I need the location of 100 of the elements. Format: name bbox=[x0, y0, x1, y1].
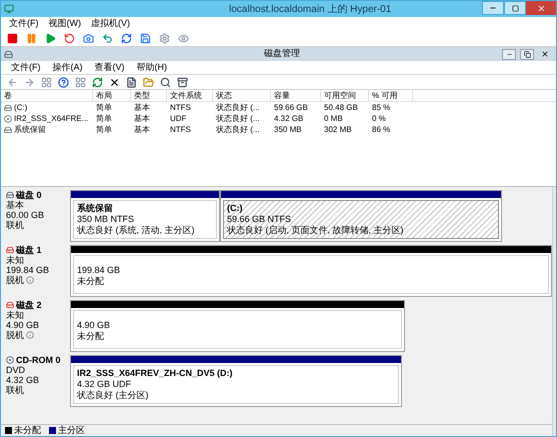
menu-item[interactable]: 查看(V) bbox=[94, 60, 124, 74]
stop-icon[interactable] bbox=[7, 33, 18, 44]
column-header[interactable]: 可用空间 bbox=[321, 90, 369, 101]
menu-item[interactable]: 视图(W) bbox=[48, 17, 81, 31]
table-cell: 0 % bbox=[372, 112, 386, 124]
table-cell: 基本 bbox=[134, 124, 150, 136]
column-header[interactable]: 卷 bbox=[1, 90, 93, 101]
scrollbar[interactable] bbox=[552, 187, 556, 436]
column-header[interactable]: % 可用 bbox=[369, 90, 413, 101]
partition-size: 59.66 GB NTFS bbox=[227, 214, 292, 225]
partition-title: IR2_SSS_X64FREV_ZH-CN_DV5 (D:) bbox=[77, 368, 234, 379]
column-header[interactable]: 容量 bbox=[271, 90, 321, 101]
disk-name: 磁盘 2 bbox=[16, 300, 42, 310]
partition-size: 199.84 GB bbox=[77, 264, 122, 276]
minimize-button[interactable] bbox=[502, 48, 516, 60]
disk-management-icon bbox=[4, 50, 13, 58]
properties-icon[interactable] bbox=[126, 76, 137, 88]
table-cell: 4.32 GB bbox=[274, 112, 304, 124]
save-icon[interactable] bbox=[140, 33, 151, 44]
disk-size: 4.90 GB bbox=[6, 320, 40, 330]
maximize-icon bbox=[512, 4, 518, 12]
settings-icon[interactable] bbox=[159, 33, 170, 44]
inner-window-title: 磁盘管理 bbox=[264, 47, 300, 60]
column-header[interactable]: 文件系统 bbox=[167, 90, 213, 101]
menu-item[interactable]: 文件(F) bbox=[9, 17, 38, 31]
legend-label: 主分区 bbox=[58, 424, 85, 436]
column-header[interactable]: 状态 bbox=[213, 90, 271, 101]
table-cell: 简单 bbox=[96, 112, 112, 124]
undo-icon[interactable] bbox=[102, 33, 113, 44]
maximize-button[interactable] bbox=[504, 1, 526, 15]
menu-item[interactable]: 文件(F) bbox=[11, 60, 40, 74]
close-icon bbox=[536, 4, 546, 12]
search-icon[interactable] bbox=[160, 76, 171, 88]
table-cell: 状态良好 (... bbox=[216, 124, 260, 136]
table-cell: 86 % bbox=[372, 124, 390, 136]
info-icon[interactable] bbox=[26, 331, 34, 339]
table-cell: 302 MB bbox=[324, 124, 352, 136]
disk-name: 磁盘 0 bbox=[16, 190, 42, 200]
partition-block[interactable]: 系统保留 350 MB NTFS 状态良好 (系统, 活动, 主分区) bbox=[70, 190, 220, 242]
table-cell: 50.48 GB bbox=[324, 102, 358, 114]
pause-icon[interactable] bbox=[26, 33, 37, 44]
partition-size: 4.32 GB UDF bbox=[77, 379, 132, 390]
forward-icon[interactable] bbox=[24, 76, 35, 88]
reset-icon[interactable] bbox=[64, 33, 75, 44]
disk-size: 60.00 GB bbox=[6, 210, 46, 220]
partition-status: 未分配 bbox=[77, 330, 105, 342]
restore-button[interactable] bbox=[520, 48, 534, 60]
table-cell: NTFS bbox=[170, 102, 191, 114]
close-icon bbox=[541, 50, 549, 58]
info-icon[interactable] bbox=[26, 276, 34, 284]
table-cell: 基本 bbox=[134, 112, 150, 124]
partition-status: 未分配 bbox=[77, 276, 105, 286]
cd-drive-icon bbox=[6, 356, 14, 364]
table-cell: IR2_SSS_X64FRE... bbox=[14, 112, 88, 124]
disk-status: 脱机 bbox=[6, 330, 24, 340]
partition-status: 状态良好 (主分区) bbox=[77, 390, 150, 401]
table-cell: 59.66 GB bbox=[274, 102, 308, 114]
column-header[interactable]: 类型 bbox=[131, 90, 167, 101]
table-cell: 基本 bbox=[134, 102, 150, 114]
drive-icon bbox=[4, 104, 12, 112]
delete-icon[interactable] bbox=[109, 76, 120, 88]
drive-icon bbox=[4, 126, 12, 134]
disk-name: CD-ROM 0 bbox=[16, 355, 60, 365]
table-cell: UDF bbox=[170, 112, 186, 124]
menu-item[interactable]: 操作(A) bbox=[52, 60, 82, 74]
partition-block[interactable]: (C:) 59.66 GB NTFS 状态良好 (启动, 页面文件, 故障转储, 主分区) bbox=[220, 190, 502, 242]
disk-type: 基本 bbox=[6, 200, 25, 210]
play-icon[interactable] bbox=[45, 33, 56, 44]
partition-status: 状态良好 (启动, 页面文件, 故障转储, 主分区) bbox=[227, 225, 404, 236]
panel-icon[interactable] bbox=[75, 76, 86, 88]
partition-block[interactable]: 199.84 GB 未分配 bbox=[70, 245, 552, 297]
folder-icon[interactable] bbox=[143, 76, 154, 88]
partition-status: 状态良好 (系统, 活动, 主分区) bbox=[77, 225, 196, 236]
back-icon[interactable] bbox=[7, 76, 18, 88]
help-icon[interactable] bbox=[58, 76, 69, 88]
menu-item[interactable]: 虚拟机(V) bbox=[91, 17, 130, 31]
refresh-icon[interactable] bbox=[92, 76, 103, 88]
disk-type: DVD bbox=[6, 365, 26, 375]
disk-name: 磁盘 1 bbox=[16, 245, 42, 255]
refresh-icon[interactable] bbox=[121, 33, 132, 44]
partition-size: 4.90 GB bbox=[77, 320, 112, 330]
column-header[interactable]: 布局 bbox=[93, 90, 131, 101]
camera-icon[interactable] bbox=[83, 33, 94, 44]
table-cell: 状态良好 (... bbox=[216, 112, 260, 124]
menu-item[interactable]: 帮助(H) bbox=[136, 60, 167, 74]
view-icon[interactable] bbox=[178, 33, 189, 44]
table-cell: 简单 bbox=[96, 102, 112, 114]
window-title: localhost.localdomain 上的 Hyper-01 bbox=[229, 2, 392, 16]
disk-status: 联机 bbox=[6, 220, 24, 230]
table-cell: (C:) bbox=[14, 102, 28, 114]
partition-block[interactable]: 4.90 GB 未分配 bbox=[70, 300, 405, 352]
table-cell: 简单 bbox=[96, 124, 112, 136]
table-cell: NTFS bbox=[170, 124, 191, 136]
restore-icon bbox=[524, 50, 530, 58]
disk-status: 脱机 bbox=[6, 275, 24, 285]
partition-title: (C:) bbox=[227, 203, 244, 214]
partition-title: 系统保留 bbox=[77, 203, 114, 214]
table-cell: 0 MB bbox=[324, 112, 343, 124]
partition-block[interactable]: IR2_SSS_X64FREV_ZH-CN_DV5 (D:) 4.32 GB UDF 状态良好 (主分区) bbox=[70, 355, 402, 407]
disk-type: 未知 bbox=[6, 310, 25, 320]
